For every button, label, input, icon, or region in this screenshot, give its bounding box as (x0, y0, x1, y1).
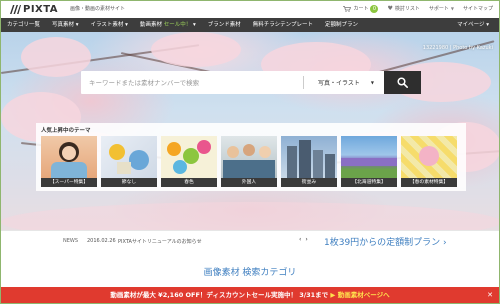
theme-thumbnail (221, 136, 277, 178)
caret-down-icon: ▼ (370, 80, 374, 85)
support-link[interactable]: サポート ▼ (429, 5, 454, 13)
wishlist-link[interactable]: ♥ 検討リスト (387, 5, 419, 13)
theme-thumbnail (41, 136, 97, 178)
tagline: 画像・動画の素材サイト (70, 6, 126, 12)
news-link[interactable]: PIXTAサイトリニューアルのお知らせ (118, 238, 202, 245)
support-label: サポート (428, 6, 449, 12)
theme-label: 街並み (281, 178, 337, 187)
chevron-down-icon: ▼ (450, 6, 454, 11)
theme-thumbnail (281, 136, 337, 178)
main-nav: カテゴリ一覧 写真素材 ▾ イラスト素材 ▾ 動画素材 セール中！ ▾ ブランド… (1, 18, 499, 32)
hero-section: 13221980 | Photo by Kazuki 写真・イラスト ▼ 人気上… (1, 32, 499, 230)
nav-item-categories[interactable]: カテゴリ一覧 (1, 18, 46, 32)
theme-label: 節なし (101, 178, 157, 187)
theme-thumbnail (101, 136, 157, 178)
news-pager: ‹ › (299, 236, 308, 243)
theme-label: 外国人 (221, 178, 277, 187)
top-header: PIXTA 画像・動画の素材サイト カート 0 ♥ 検討リスト サポート ▼ サ… (1, 1, 499, 18)
theme-label: 【北海道特集】 (341, 178, 397, 187)
chevron-right-icon[interactable]: › (305, 236, 307, 243)
nav-item-photos[interactable]: 写真素材 ▾ (46, 18, 85, 32)
cart-count-badge: 0 (370, 5, 379, 13)
photo-credit[interactable]: 13221980 | Photo by Kazuki (423, 45, 493, 51)
trending-themes-title: 人気上昇中のテーマ (41, 128, 91, 134)
search-button[interactable] (384, 71, 421, 94)
theme-list: 【スーパー特集】 節なし 春色 外国人 街並み 【北海道特集】 【春の素材特集】 (41, 136, 457, 187)
theme-card-hokkaido[interactable]: 【北海道特集】 (341, 136, 397, 187)
nav-videos-caret: ▾ (191, 22, 196, 28)
nav-item-videos[interactable]: 動画素材 セール中！ ▾ (134, 18, 202, 32)
sitemap-label: サイトマップ (462, 6, 493, 12)
sale-banner-text: 動画素材が最大 ¥2,160 OFF！ディスカウントセール実施中！ 3/31まで (110, 291, 329, 299)
nav-item-mypage[interactable]: マイページ ▾ (451, 18, 499, 32)
news-bar: NEWS 2016.02.26 PIXTAサイトリニューアルのお知らせ ‹ › … (1, 230, 499, 252)
theme-card-super[interactable]: 【スーパー特集】 (41, 136, 97, 187)
theme-label: 【スーパー特集】 (41, 178, 97, 187)
nav-item-templates[interactable]: 無料チラシテンプレート (247, 18, 319, 32)
brand-name: PIXTA (23, 4, 59, 15)
search-icon (397, 77, 408, 88)
nav-item-brand[interactable]: ブランド素材 (202, 18, 247, 32)
close-icon[interactable]: ✕ (487, 287, 493, 303)
subscription-promo-link[interactable]: 1枚39円からの定額制プラン › (324, 235, 447, 248)
sitemap-link[interactable]: サイトマップ (463, 5, 493, 13)
pixta-logo[interactable]: PIXTA (9, 4, 58, 15)
theme-card-setsunashi[interactable]: 節なし (101, 136, 157, 187)
theme-card-harurio[interactable]: 春色 (161, 136, 217, 187)
cart-label: カート (353, 6, 369, 12)
sale-banner[interactable]: 動画素材が最大 ¥2,160 OFF！ディスカウントセール実施中！ 3/31まで… (1, 287, 499, 303)
cart-icon (343, 6, 352, 12)
theme-label: 【春の素材特集】 (401, 178, 457, 187)
trending-themes-panel: 人気上昇中のテーマ 【スーパー特集】 節なし 春色 外国人 街並み 【北海道特集… (36, 123, 466, 191)
theme-thumbnail (341, 136, 397, 178)
nav-item-subscription[interactable]: 定額制プラン (319, 18, 364, 32)
nav-videos-label: 動画素材 (139, 22, 162, 28)
news-label: NEWS (63, 238, 79, 244)
search-input[interactable] (81, 71, 303, 94)
chevron-left-icon[interactable]: ‹ (299, 236, 301, 243)
theme-label: 春色 (161, 178, 217, 187)
header-links: カート 0 ♥ 検討リスト サポート ▼ サイトマップ (343, 5, 493, 13)
search-bar: 写真・イラスト ▼ (81, 71, 421, 94)
theme-thumbnail (401, 136, 457, 178)
theme-thumbnail (161, 136, 217, 178)
sale-banner-link[interactable]: ▶ 動画素材ページへ (328, 291, 389, 299)
category-section-title: 画像素材 検索カテゴリ (203, 268, 297, 278)
sale-badge: セール中！ (163, 22, 192, 28)
wishlist-label: 検討リスト (394, 6, 420, 12)
theme-card-foreigners[interactable]: 外国人 (221, 136, 277, 187)
search-type-select[interactable]: 写真・イラスト ▼ (304, 71, 384, 94)
theme-card-spring[interactable]: 【春の素材特集】 (401, 136, 457, 187)
news-date: 2016.02.26 (87, 238, 116, 244)
pixta-logo-icon (10, 5, 21, 14)
nav-item-illustrations[interactable]: イラスト素材 ▾ (85, 18, 134, 32)
search-type-value: 写真・イラスト (318, 80, 360, 87)
heart-icon: ♥ (387, 5, 393, 12)
theme-card-cityscape[interactable]: 街並み (281, 136, 337, 187)
cart-link[interactable]: カート 0 (343, 5, 379, 13)
